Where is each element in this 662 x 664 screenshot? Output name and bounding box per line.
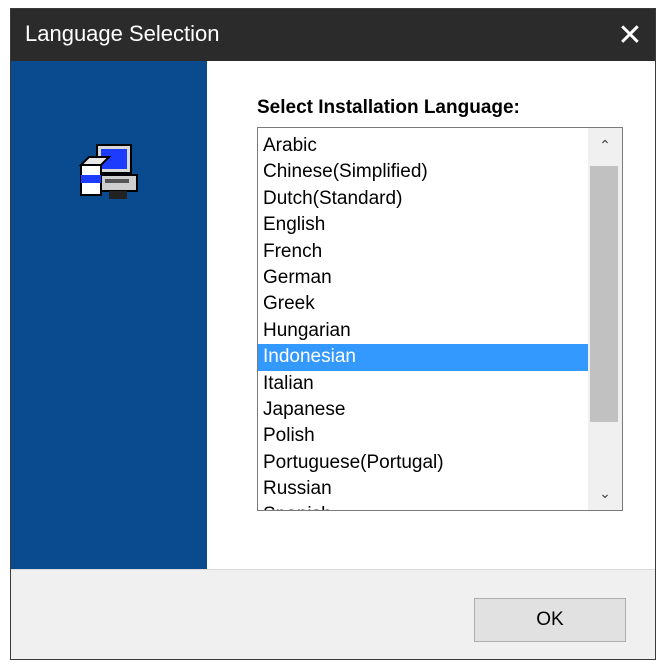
- computer-install-icon: [78, 144, 138, 199]
- language-option[interactable]: French: [258, 239, 590, 265]
- language-option[interactable]: Japanese: [258, 397, 590, 423]
- language-option[interactable]: Greek: [258, 291, 590, 317]
- language-option[interactable]: Arabic: [258, 133, 590, 159]
- title-bar[interactable]: Language Selection ✕: [11, 9, 655, 61]
- close-icon: ✕: [617, 18, 643, 52]
- language-option[interactable]: Italian: [258, 371, 590, 397]
- language-selection-dialog: Language Selection ✕ Select Installation…: [10, 8, 656, 660]
- language-option[interactable]: Chinese(Simplified): [258, 159, 590, 185]
- language-option[interactable]: Indonesian: [258, 344, 590, 371]
- language-option[interactable]: Spanish: [258, 502, 590, 510]
- language-option[interactable]: English: [258, 212, 590, 238]
- scroll-up-button[interactable]: ⌃: [588, 128, 622, 162]
- window-title: Language Selection: [25, 21, 220, 46]
- close-button[interactable]: ✕: [605, 9, 655, 61]
- language-list: Arabic Chinese(Simplified) Dutch(Standard)…: [258, 128, 590, 510]
- language-option[interactable]: Hungarian: [258, 318, 590, 344]
- ok-button[interactable]: OK: [474, 598, 626, 642]
- content-area: Select Installation Language: Arabic Chin…: [207, 61, 655, 569]
- language-option[interactable]: Portuguese(Portugal): [258, 450, 590, 476]
- language-option[interactable]: Russian: [258, 476, 590, 502]
- scroll-thumb[interactable]: [590, 166, 618, 422]
- language-option[interactable]: Polish: [258, 423, 590, 449]
- chevron-up-icon: ⌃: [599, 136, 611, 153]
- language-listbox[interactable]: Arabic Chinese(Simplified) Dutch(Standard)…: [257, 127, 623, 511]
- listbox-scrollbar[interactable]: ⌃ ⌄: [588, 128, 622, 510]
- language-label: Select Installation Language:: [257, 97, 520, 118]
- dialog-footer: OK: [11, 569, 655, 659]
- language-option[interactable]: Dutch(Standard): [258, 186, 590, 212]
- side-panel: [11, 61, 207, 569]
- chevron-down-icon: ⌄: [599, 484, 611, 501]
- scroll-down-button[interactable]: ⌄: [588, 476, 622, 510]
- language-option[interactable]: German: [258, 265, 590, 291]
